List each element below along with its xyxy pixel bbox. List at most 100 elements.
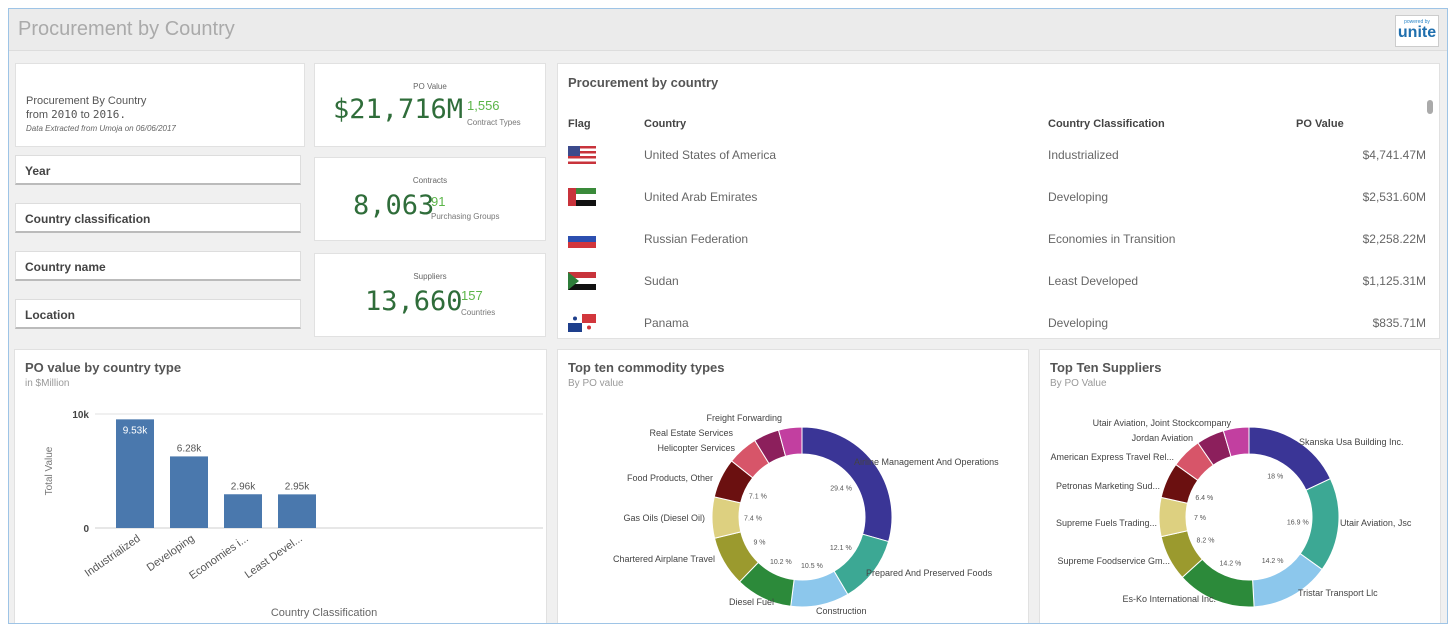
country-name-filter[interactable]: Country name — [15, 251, 301, 281]
slice-percent-label: 9 % — [753, 539, 765, 546]
kpi-po-value: PO Value $21,716M 1,556 Contract Types — [314, 63, 546, 147]
sudan-flag-icon — [568, 272, 596, 290]
slice-category-label: Jordan Aviation — [1132, 433, 1193, 443]
slice-category-label: Petronas Marketing Sud... — [1056, 481, 1160, 491]
chart-subtitle: in $Million — [25, 378, 70, 389]
kpi-main-value: 8,063 — [353, 190, 435, 221]
table-row[interactable]: United Arab Emirates Developing $2,531.6… — [568, 176, 1426, 218]
slice-category-label: Diesel Fuel — [729, 597, 774, 607]
column-header-flag[interactable]: Flag — [568, 114, 644, 134]
slice-category-label: Real Estate Services — [649, 428, 733, 438]
classification-cell: Least Developed — [1048, 274, 1139, 288]
table-row[interactable]: United States of America Industrialized … — [568, 134, 1426, 176]
bar-value-label: 6.28k — [177, 443, 202, 454]
kpi-suppliers: Suppliers 13,660 157 Countries — [314, 253, 546, 337]
kpi-label: PO Value — [413, 82, 447, 91]
slice-category-label: Construction — [816, 606, 867, 616]
classification-cell: Economies in Transition — [1048, 232, 1176, 246]
bar-chart: 10k 0 Total Value 9.53k Industrialized 6.28k D… — [44, 410, 543, 619]
slice-category-label: Utair Aviation, Joint Stockcompany — [1093, 418, 1232, 428]
country-cell: United Arab Emirates — [644, 190, 758, 204]
kpi-main-value: 13,660 — [365, 286, 463, 317]
donut-slice[interactable] — [1158, 496, 1189, 538]
panama-flag-icon — [568, 314, 596, 332]
x-tick-label: Least Devel... — [243, 533, 305, 581]
kpi-secondary-value: 91 — [431, 194, 446, 209]
po-value-cell: $4,741.47M — [1362, 148, 1426, 162]
title-bar: Procurement by Country powered by unite — [9, 9, 1447, 51]
kpi-secondary-value: 1,556 — [467, 98, 500, 113]
donut-slice[interactable] — [801, 426, 893, 543]
slice-percent-label: 29.4 % — [830, 485, 852, 492]
slice-percent-label: 12.1 % — [830, 545, 852, 552]
unite-logo: powered by unite — [1395, 15, 1439, 47]
slice-percent-label: 10.2 % — [770, 559, 792, 566]
chart-subtitle: By PO value — [568, 378, 624, 389]
slice-category-label: Skanska Usa Building Inc. — [1299, 437, 1404, 447]
slice-category-label: Airline Management And Operations — [854, 457, 999, 467]
kpi-secondary-label: Contract Types — [467, 118, 521, 127]
classification-cell: Industrialized — [1048, 148, 1119, 162]
us-flag-icon — [568, 146, 596, 164]
slice-category-label: American Express Travel Rel... — [1050, 452, 1174, 462]
uae-flag-icon — [568, 188, 596, 206]
bar[interactable] — [170, 456, 208, 528]
russia-flag-icon — [568, 230, 596, 248]
table-row[interactable]: Panama Developing $835.71M — [568, 302, 1426, 344]
year-filter[interactable]: Year — [15, 155, 301, 185]
chart-title: PO value by country type — [25, 360, 182, 375]
slice-percent-label: 14.2 % — [1219, 560, 1241, 567]
country-classification-filter[interactable]: Country classification — [15, 203, 301, 233]
po-value-cell: $2,258.22M — [1362, 232, 1426, 246]
slice-percent-label: 10.5 % — [801, 563, 823, 570]
y-tick-label: 0 — [83, 524, 89, 535]
column-header-country[interactable]: Country — [644, 114, 1048, 134]
app-window: Procurement by Country powered by unite … — [8, 8, 1448, 624]
commodity-chart-panel: Top ten commodity types By PO value 29.4… — [557, 349, 1029, 623]
country-cell: Panama — [644, 316, 689, 330]
classification-cell: Developing — [1048, 316, 1109, 330]
slice-category-label: Utair Aviation, Jsc — [1340, 518, 1412, 528]
column-header-po-value[interactable]: PO Value — [1296, 114, 1426, 134]
intro-heading: Procurement By Country — [26, 95, 147, 107]
location-filter[interactable]: Location — [15, 299, 301, 329]
bar-value-label: 2.95k — [285, 481, 310, 492]
intro-panel: Procurement By Country from 2010 to 2016… — [15, 63, 305, 147]
bar[interactable] — [224, 494, 262, 528]
slice-percent-label: 14.2 % — [1262, 558, 1284, 565]
slice-category-label: Supreme Foodservice Gm... — [1057, 556, 1170, 566]
slice-category-label: Prepared And Preserved Foods — [866, 568, 993, 578]
table-scrollbar[interactable] — [1427, 100, 1433, 114]
y-axis-label: Total Value — [44, 446, 55, 495]
kpi-label: Suppliers — [413, 272, 447, 281]
kpi-contracts: Contracts 8,063 91 Purchasing Groups — [314, 157, 546, 241]
column-header-classification[interactable]: Country Classification — [1048, 114, 1296, 134]
slice-category-label: Supreme Fuels Trading... — [1056, 518, 1157, 528]
kpi-label: Contracts — [412, 176, 448, 185]
slice-percent-label: 7 % — [1194, 515, 1206, 522]
slice-category-label: Tristar Transport Llc — [1298, 588, 1378, 598]
table-title: Procurement by country — [568, 75, 719, 90]
slice-category-label: Freight Forwarding — [706, 413, 782, 423]
procurement-table: Flag Country Country Classification PO V… — [568, 114, 1426, 344]
intro-date-range: from 2010 to 2016. — [26, 108, 126, 121]
po-value-cell: $2,531.60M — [1362, 190, 1426, 204]
table-row[interactable]: Russian Federation Economies in Transiti… — [568, 218, 1426, 260]
slice-category-label: Es-Ko International Inc. — [1122, 594, 1216, 604]
table-row[interactable]: Sudan Least Developed $1,125.31M — [568, 260, 1426, 302]
slice-percent-label: 7.4 % — [744, 515, 762, 522]
kpi-secondary-value: 157 — [461, 288, 483, 303]
bar[interactable] — [278, 494, 316, 528]
page-title: Procurement by Country — [18, 18, 235, 40]
classification-cell: Developing — [1048, 190, 1109, 204]
country-cell: Russian Federation — [644, 232, 749, 246]
y-tick-label: 10k — [72, 410, 89, 421]
slice-percent-label: 18 % — [1267, 474, 1283, 481]
bar-chart-panel: PO value by country type in $Million 10k… — [14, 349, 547, 623]
x-tick-label: Developing — [145, 533, 197, 574]
suppliers-chart-panel: Top Ten Suppliers By PO Value 18 % Skansk… — [1039, 349, 1441, 623]
slice-category-label: Food Products, Other — [627, 473, 713, 483]
donut-slice[interactable] — [711, 496, 742, 539]
kpi-secondary-label: Countries — [461, 308, 496, 317]
chart-title: Top ten commodity types — [568, 360, 725, 375]
